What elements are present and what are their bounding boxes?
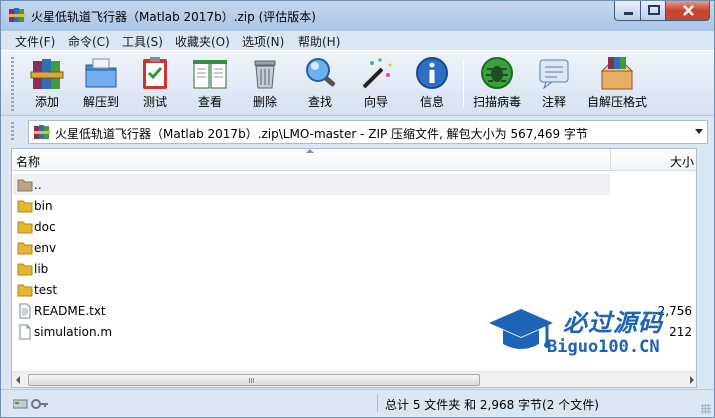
sfx-label: 自解压格式 [586, 95, 647, 109]
add-label: 添加 [34, 95, 59, 109]
comment-label: 注释 [541, 95, 566, 109]
menu-bar: 文件(F) 命令(C) 工具(S) 收藏夹(O) 选项(N) 帮助(H) [1, 31, 714, 50]
item-name: bin [34, 199, 53, 213]
sort-arrow-icon [306, 149, 314, 153]
extract-to-button[interactable]: 解压到 [72, 55, 130, 113]
info-icon [416, 57, 448, 89]
book-view-icon [193, 60, 227, 89]
menu-command[interactable]: 命令(C) [68, 33, 110, 50]
delete-button[interactable]: 删除 [236, 55, 294, 113]
scroll-left-icon[interactable] [16, 376, 20, 384]
status-divider [377, 394, 378, 412]
menu-file[interactable]: 文件(F) [15, 33, 55, 50]
close-button[interactable] [665, 1, 710, 21]
window-title: 火星低轨道飞行器（Matlab 2017b）.zip (评估版本) [31, 10, 316, 24]
scrollbar-thumb[interactable] [28, 374, 480, 386]
title-bar[interactable]: 火星低轨道飞行器（Matlab 2017b）.zip (评估版本) [1, 1, 714, 31]
parent-folder-icon [17, 179, 33, 192]
column-size-header[interactable]: 大小 [670, 153, 694, 170]
list-item-folder[interactable]: test [13, 279, 610, 300]
chevron-down-icon[interactable] [695, 129, 703, 134]
item-name: lib [34, 262, 49, 276]
find-button[interactable]: 查找 [291, 55, 349, 113]
info-button[interactable]: 信息 [403, 55, 461, 113]
item-name: env [34, 241, 57, 255]
add-button[interactable]: 添加 [18, 55, 76, 113]
file-icon [19, 324, 31, 340]
address-bar: 火星低轨道飞行器（Matlab 2017b）.zip\LMO-master - … [1, 117, 714, 147]
folder-icon [17, 200, 33, 213]
list-item-parent[interactable]: .. [13, 174, 610, 195]
address-path: 火星低轨道飞行器（Matlab 2017b）.zip\LMO-master - … [55, 127, 588, 141]
toolbar-grip[interactable] [11, 57, 14, 111]
comment-icon [539, 59, 569, 90]
trash-icon [254, 60, 276, 89]
books-add-icon [30, 59, 64, 89]
menu-tools[interactable]: 工具(S) [122, 33, 163, 50]
folder-icon [17, 263, 33, 276]
folder-extract-icon [85, 58, 117, 88]
column-name-header[interactable]: 名称 [16, 153, 40, 170]
scan-virus-button[interactable]: 扫描病毒 [468, 55, 526, 113]
winrar-app-icon [9, 8, 25, 22]
sfx-button[interactable]: 自解压格式 [581, 55, 653, 113]
list-item-folder[interactable]: lib [13, 258, 610, 279]
status-bar: 总计 5 文件夹 和 2,968 字节(2 个文件) [1, 389, 714, 417]
winrar-window: 火星低轨道飞行器（Matlab 2017b）.zip (评估版本) 文件(F) … [0, 0, 715, 418]
wizard-label: 向导 [363, 95, 388, 109]
find-label: 查找 [307, 95, 332, 109]
test-button[interactable]: 测试 [126, 55, 184, 113]
status-summary: 总计 5 文件夹 和 2,968 字节(2 个文件) [385, 398, 599, 412]
view-label: 查看 [197, 95, 222, 109]
info-label: 信息 [419, 95, 444, 109]
test-label: 测试 [142, 95, 167, 109]
wizard-wand-icon [362, 58, 392, 89]
comment-button[interactable]: 注释 [525, 55, 583, 113]
menu-options[interactable]: 选项(N) [242, 33, 284, 50]
delete-label: 删除 [252, 95, 277, 109]
scroll-right-icon[interactable] [690, 376, 694, 384]
list-item-folder[interactable]: env [13, 237, 610, 258]
item-name: doc [34, 220, 56, 234]
column-divider[interactable] [610, 149, 611, 171]
folder-icon [17, 284, 33, 297]
sfx-box-icon [600, 57, 634, 90]
list-item-folder[interactable]: doc [13, 216, 610, 237]
clipboard-test-icon [143, 57, 167, 89]
extract-to-label: 解压到 [82, 95, 119, 109]
close-icon [683, 5, 694, 16]
view-button[interactable]: 查看 [181, 55, 239, 113]
minimize-icon [624, 12, 633, 15]
bug-scan-icon [481, 57, 513, 89]
magnifier-icon [306, 58, 336, 87]
item-name: README.txt [34, 304, 106, 318]
scrollbar-grip [249, 378, 255, 383]
folder-icon [17, 221, 33, 234]
watermark: 必过源码 Biguo100.CN [487, 301, 687, 365]
text-file-icon [19, 303, 31, 319]
list-header: 名称 大小 [12, 149, 696, 171]
item-name: .. [34, 178, 42, 192]
address-grip[interactable] [11, 122, 14, 142]
maximize-button[interactable] [640, 1, 666, 21]
toolbar: 添加 解压到 测试 查看 删除 查找 向导 信息 扫描病毒 注释 自解压格式 [1, 50, 714, 116]
wizard-button[interactable]: 向导 [347, 55, 405, 113]
minimize-button[interactable] [614, 1, 641, 21]
watermark-en: Biguo100.CN [547, 337, 660, 357]
maximize-icon [648, 5, 660, 15]
item-name: test [34, 283, 58, 297]
menu-favorites[interactable]: 收藏夹(O) [175, 33, 230, 50]
menu-help[interactable]: 帮助(H) [298, 33, 340, 50]
drive-key-icon[interactable] [13, 398, 49, 410]
horizontal-scrollbar[interactable] [12, 371, 696, 387]
folder-icon [17, 242, 33, 255]
scan-virus-label: 扫描病毒 [472, 95, 521, 109]
resize-grip[interactable] [701, 404, 711, 414]
item-name: simulation.m [34, 325, 113, 339]
archive-icon [34, 125, 50, 139]
toolbar-separator [463, 59, 464, 107]
watermark-cn: 必过源码 [563, 309, 663, 337]
list-item-folder[interactable]: bin [13, 195, 610, 216]
address-field[interactable]: 火星低轨道飞行器（Matlab 2017b）.zip\LMO-master - … [28, 120, 708, 144]
